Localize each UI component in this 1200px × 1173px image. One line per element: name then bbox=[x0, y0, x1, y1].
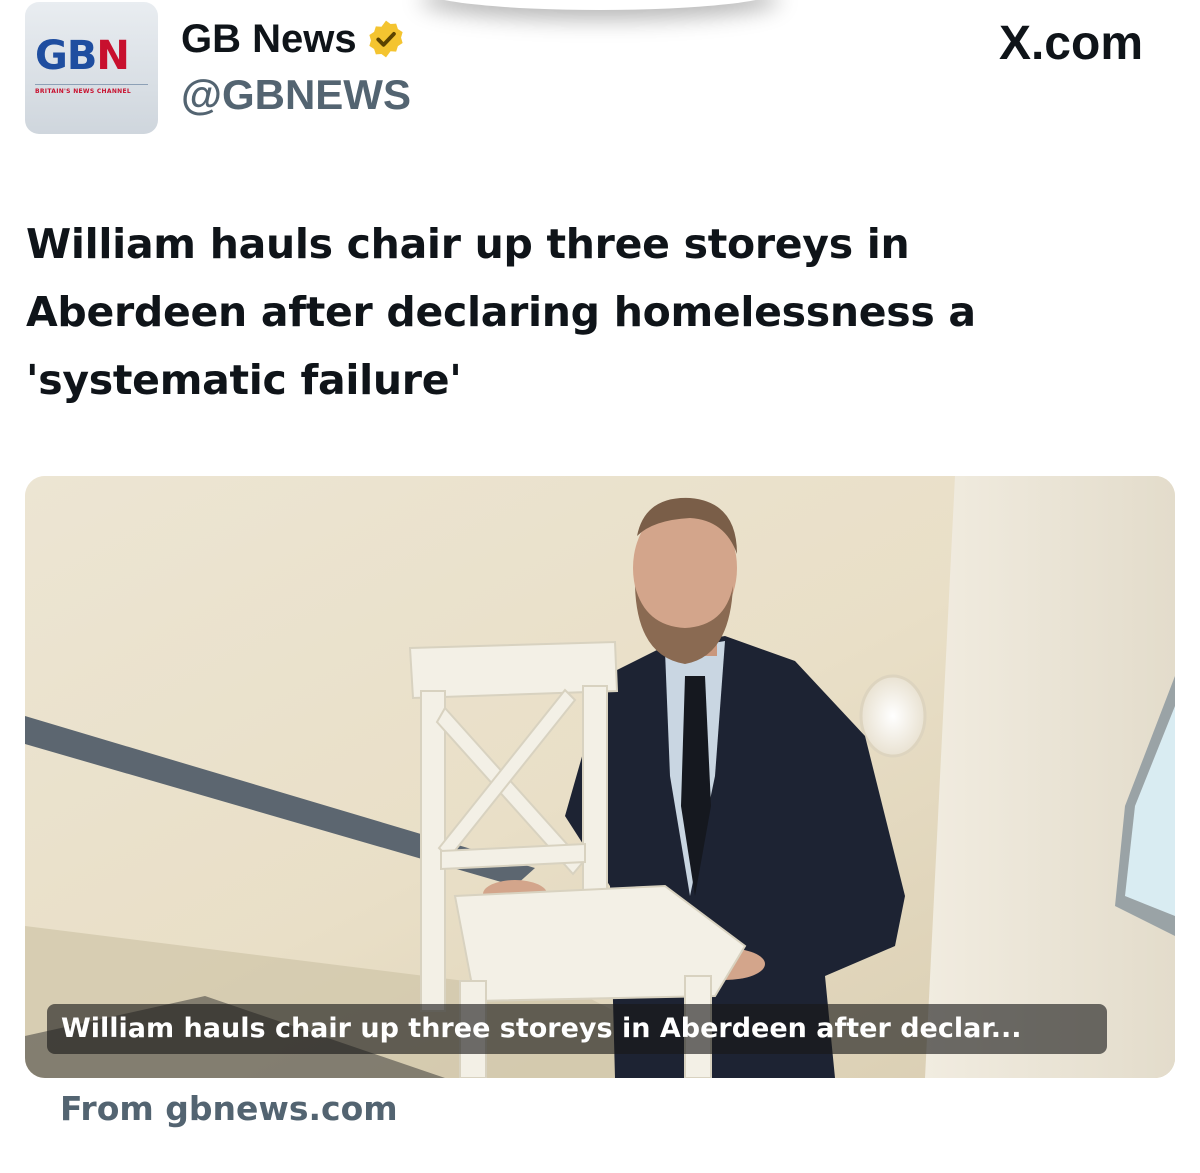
link-card-caption: William hauls chair up three storeys in … bbox=[47, 1004, 1107, 1054]
account-name-row[interactable]: GB News bbox=[181, 18, 407, 60]
logo-tagline: BRITAIN'S NEWS CHANNEL bbox=[35, 88, 131, 95]
link-source-label[interactable]: From gbnews.com bbox=[60, 1092, 398, 1125]
source-site-label: X.com bbox=[998, 17, 1143, 70]
logo-rule bbox=[35, 84, 148, 85]
top-shadow bbox=[420, 0, 780, 10]
gbnews-avatar[interactable]: GBN BRITAIN'S NEWS CHANNEL bbox=[25, 2, 158, 134]
verified-badge-icon bbox=[368, 20, 403, 58]
account-handle[interactable]: @GBNEWS bbox=[181, 74, 411, 116]
link-preview-card[interactable]: William hauls chair up three storeys in … bbox=[25, 476, 1175, 1078]
post-headline: William hauls chair up three storeys in … bbox=[26, 220, 976, 404]
gbnews-logo: GBN bbox=[35, 33, 130, 79]
display-name[interactable]: GB News bbox=[181, 19, 357, 59]
link-preview-image bbox=[25, 476, 1175, 1078]
